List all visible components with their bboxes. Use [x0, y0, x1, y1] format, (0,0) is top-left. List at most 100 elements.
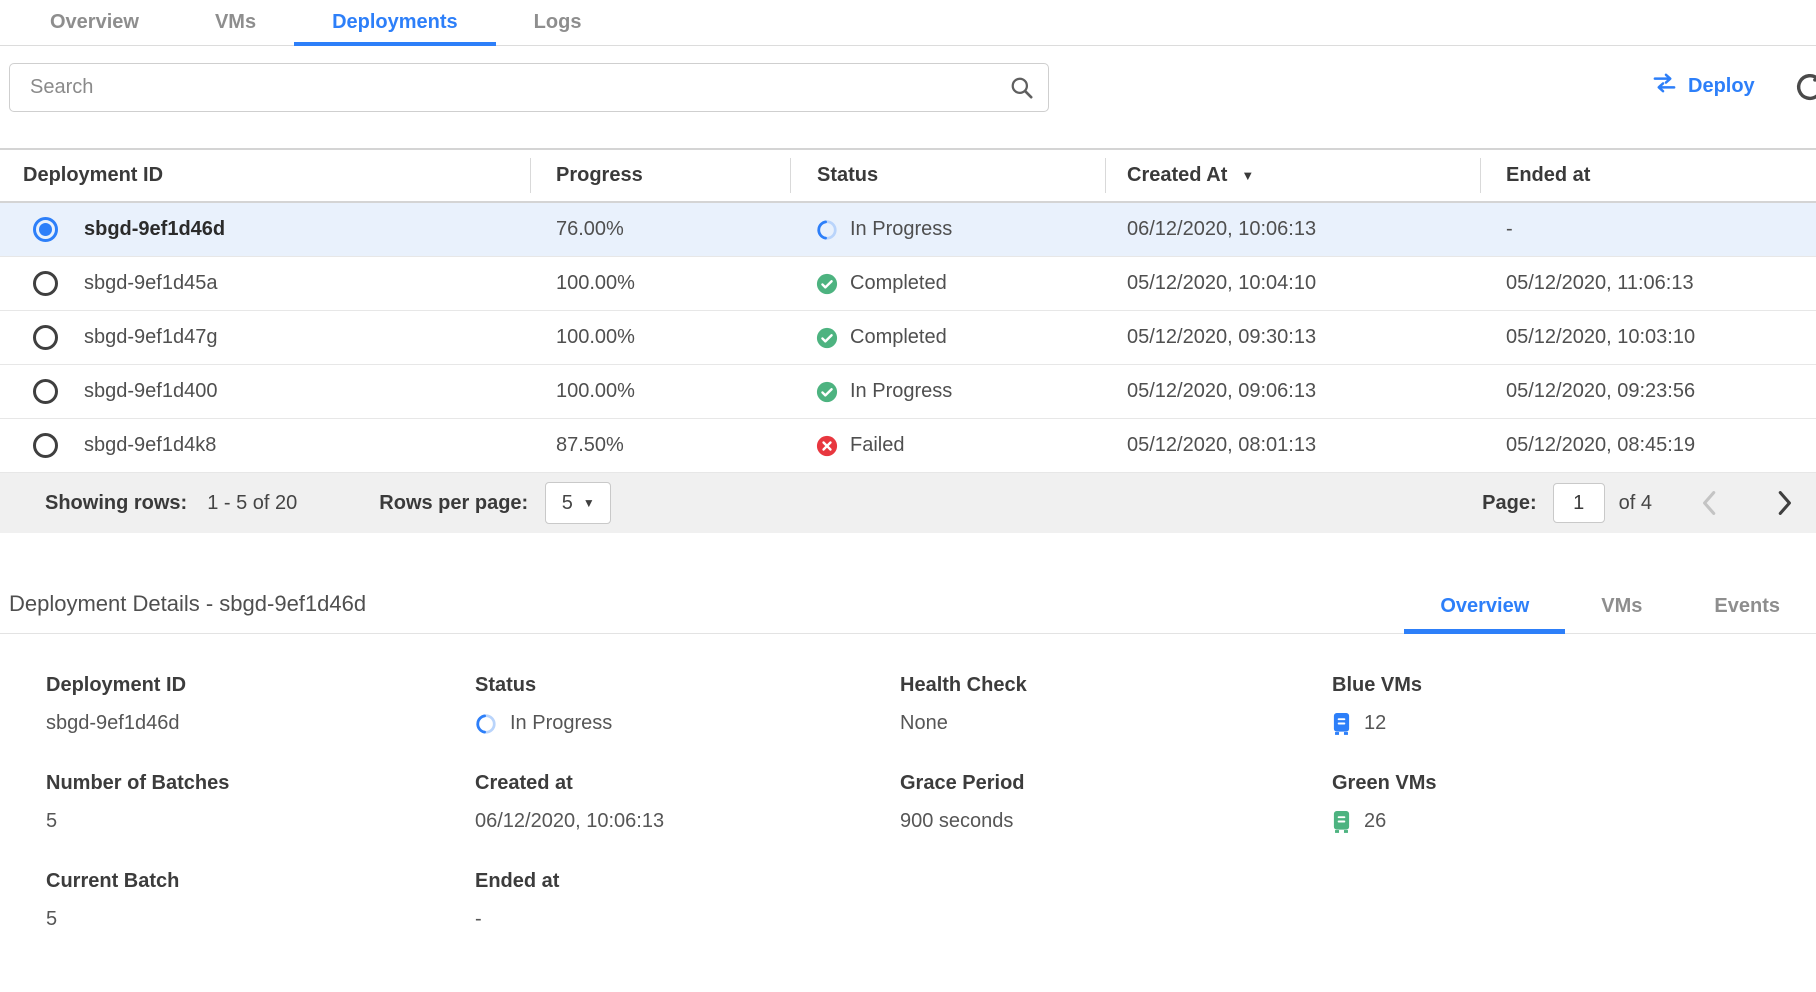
tab-events[interactable]: Events [1678, 595, 1816, 633]
created-at-value: 06/12/2020, 10:06:13 [1105, 218, 1480, 241]
vm-server-icon [1332, 810, 1351, 833]
column-header-created-at[interactable]: Created At ▼ [1105, 150, 1480, 201]
detail-field-value: In Progress [510, 712, 612, 735]
tab-overview[interactable]: Overview [12, 0, 177, 45]
row-radio[interactable] [33, 271, 58, 296]
previous-page-button[interactable] [1700, 490, 1717, 516]
row-radio[interactable] [33, 325, 58, 350]
detail-field-value: sbgd-9ef1d46d [46, 712, 179, 735]
progress-value: 100.00% [530, 326, 790, 349]
table-row[interactable]: sbgd-9ef1d46d 76.00% [0, 203, 1816, 257]
pagination-bar: Showing rows: 1 - 5 of 20 Rows per page:… [0, 473, 1816, 533]
ended-at-value: 05/12/2020, 11:06:13 [1480, 272, 1816, 295]
search-icon[interactable] [1008, 74, 1035, 106]
detail-field-value: 900 seconds [900, 810, 1013, 833]
status-label: Failed [850, 434, 904, 457]
progress-value: 87.50% [530, 434, 790, 457]
deploy-button-label: Deploy [1688, 75, 1755, 98]
detail-field-health-check: Health Check None [900, 674, 1332, 735]
detail-field-number-of-batches: Number of Batches 5 [46, 772, 475, 833]
refresh-button[interactable] [1793, 70, 1816, 107]
detail-field-green-vms: Green VMs 26 [1332, 772, 1816, 833]
tab-logs[interactable]: Logs [496, 0, 620, 45]
detail-field-value: 06/12/2020, 10:06:13 [475, 810, 664, 833]
detail-field-value: - [475, 908, 482, 931]
detail-field-value: 5 [46, 908, 57, 931]
details-tab-bar: OverviewVMsEvents [1404, 595, 1816, 633]
showing-rows-value: 1 - 5 of 20 [207, 492, 297, 515]
created-at-value: 05/12/2020, 10:04:10 [1105, 272, 1480, 295]
created-at-value: 05/12/2020, 08:01:13 [1105, 434, 1480, 457]
top-tab-bar: OverviewVMsDeploymentsLogs [0, 0, 1816, 46]
row-radio[interactable] [33, 217, 58, 242]
rows-per-page-select[interactable]: 5 ▼ [545, 482, 611, 524]
row-radio[interactable] [33, 433, 58, 458]
vm-server-icon [1332, 712, 1351, 735]
details-grid: Deployment ID sbgd-9ef1d46d Status [0, 634, 1816, 968]
detail-field-value: 26 [1364, 810, 1386, 833]
page-label: Page: [1482, 492, 1536, 515]
showing-rows-label: Showing rows: [45, 492, 187, 515]
progress-value: 100.00% [530, 272, 790, 295]
detail-field-label: Ended at [475, 870, 900, 893]
column-header-status[interactable]: Status [790, 150, 1105, 201]
detail-field-label: Number of Batches [46, 772, 475, 795]
table-row[interactable]: sbgd-9ef1d45a 100.00% [0, 257, 1816, 311]
completed-check-icon [816, 273, 838, 295]
column-header-progress[interactable]: Progress [530, 150, 790, 201]
detail-field-label: Green VMs [1332, 772, 1816, 795]
table-header: Deployment ID Progress Status Created At… [0, 150, 1816, 203]
detail-field-value: 5 [46, 810, 57, 833]
ended-at-value: 05/12/2020, 08:45:19 [1480, 434, 1816, 457]
swap-arrows-icon [1652, 73, 1677, 99]
table-row[interactable]: sbgd-9ef1d400 100.00% [0, 365, 1816, 419]
completed-check-icon [816, 381, 838, 403]
deployment-id: sbgd-9ef1d47g [84, 326, 217, 349]
detail-field-label: Deployment ID [46, 674, 475, 697]
detail-field-deployment-id: Deployment ID sbgd-9ef1d46d [46, 674, 475, 735]
tab-vms[interactable]: VMs [177, 0, 294, 45]
toolbar: Deploy [0, 63, 1816, 112]
ended-at-value: 05/12/2020, 10:03:10 [1480, 326, 1816, 349]
in-progress-spinner-icon [475, 713, 497, 735]
deployments-table: Deployment ID Progress Status Created At… [0, 148, 1816, 533]
status-label: Completed [850, 272, 947, 295]
details-header: Deployment Details - sbgd-9ef1d46d Overv… [0, 591, 1816, 634]
detail-field-label: Status [475, 674, 900, 697]
column-header-deployment-id[interactable]: Deployment ID [0, 150, 530, 201]
rows-per-page-value: 5 [562, 492, 573, 515]
details-title: Deployment Details - sbgd-9ef1d46d [9, 591, 366, 633]
search-input[interactable] [9, 63, 1049, 112]
progress-value: 76.00% [530, 218, 790, 241]
deployment-id: sbgd-9ef1d45a [84, 272, 217, 295]
deployment-id: sbgd-9ef1d4k8 [84, 434, 216, 457]
detail-field-blue-vms: Blue VMs 12 [1332, 674, 1816, 735]
row-radio[interactable] [33, 379, 58, 404]
table-row[interactable]: sbgd-9ef1d4k8 87.50% [0, 419, 1816, 473]
in-progress-spinner-icon [816, 219, 838, 241]
detail-field-label: Created at [475, 772, 900, 795]
rows-per-page-label: Rows per page: [379, 492, 528, 515]
status-label: In Progress [850, 218, 952, 241]
sort-desc-icon: ▼ [1241, 168, 1254, 183]
ended-at-value: 05/12/2020, 09:23:56 [1480, 380, 1816, 403]
status-label: In Progress [850, 380, 952, 403]
detail-field-current-batch: Current Batch 5 [46, 870, 475, 931]
completed-check-icon [816, 327, 838, 349]
deployment-id: sbgd-9ef1d46d [84, 218, 225, 241]
detail-field-grace-period: Grace Period 900 seconds [900, 772, 1332, 833]
progress-value: 100.00% [530, 380, 790, 403]
column-header-ended-at[interactable]: Ended at [1480, 150, 1816, 201]
table-row[interactable]: sbgd-9ef1d47g 100.00% [0, 311, 1816, 365]
deploy-button[interactable]: Deploy [1652, 73, 1755, 99]
status-label: Completed [850, 326, 947, 349]
chevron-down-icon: ▼ [583, 496, 595, 510]
tab-vms[interactable]: VMs [1565, 595, 1678, 633]
tab-overview[interactable]: Overview [1404, 595, 1565, 633]
detail-field-created-at: Created at 06/12/2020, 10:06:13 [475, 772, 900, 833]
tab-deployments[interactable]: Deployments [294, 0, 496, 45]
next-page-button[interactable] [1777, 490, 1794, 516]
created-at-value: 05/12/2020, 09:06:13 [1105, 380, 1480, 403]
page-number-input[interactable] [1553, 483, 1605, 523]
detail-field-value: None [900, 712, 948, 735]
